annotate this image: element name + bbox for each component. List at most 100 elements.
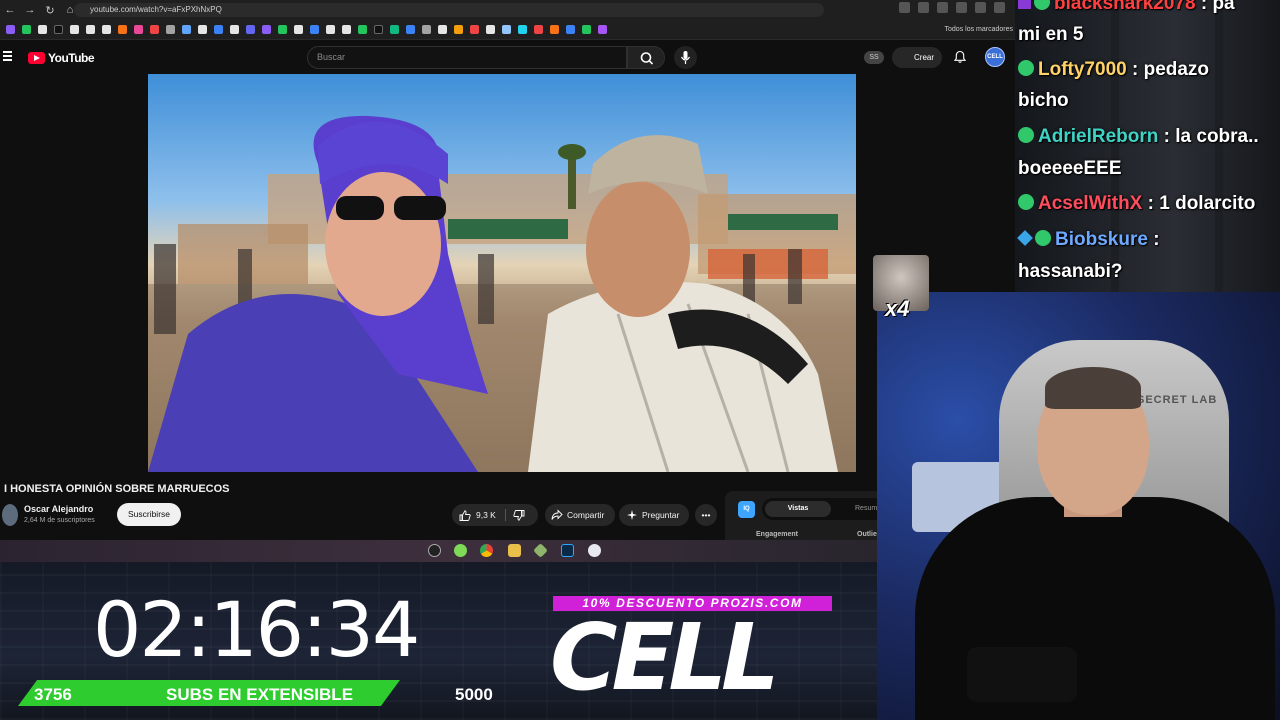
youtube-logo[interactable]: YouTube <box>28 51 95 65</box>
chair-brand: SECRET LAB <box>1137 394 1218 406</box>
ask-button[interactable]: Preguntar <box>619 504 689 526</box>
chat-username: Lofty7000 <box>1038 59 1127 80</box>
thumbs-up-icon <box>459 510 471 521</box>
bookmark-icon[interactable] <box>374 25 383 34</box>
video-player[interactable] <box>148 74 856 472</box>
share-button[interactable]: Compartir <box>545 504 615 526</box>
bookmark-icon[interactable] <box>6 25 15 34</box>
bookmark-icon[interactable] <box>118 25 127 34</box>
bookmark-icon[interactable] <box>358 25 367 34</box>
bookmark-icon[interactable] <box>150 25 159 34</box>
youtube-header: YouTube Buscar <box>0 42 1015 74</box>
obs-icon[interactable] <box>428 544 441 557</box>
bookmark-icon[interactable] <box>342 25 351 34</box>
reload-icon[interactable]: ↻ <box>40 0 60 20</box>
tab-vistas[interactable]: Vistas <box>765 501 831 517</box>
search-input[interactable]: Buscar <box>307 46 627 69</box>
video-info: I HONESTA OPINIÓN SOBRE MARRUECOS Oscar … <box>0 474 877 540</box>
subs-goal: 5000 <box>455 685 493 704</box>
chat-badge-icon <box>1018 194 1034 210</box>
forward-icon[interactable]: → <box>20 0 40 20</box>
bookmark-icon[interactable] <box>230 25 239 34</box>
bookmark-icon[interactable] <box>534 25 543 34</box>
chat-message: bicho <box>1018 85 1069 116</box>
bookmark-icon[interactable] <box>86 25 95 34</box>
zoom-icon[interactable] <box>899 2 910 13</box>
chat-username: blackshark2078 <box>1054 0 1196 14</box>
extensions-puzzle-icon[interactable] <box>956 2 967 13</box>
bookmark-icon[interactable] <box>22 25 31 34</box>
search-button[interactable] <box>627 46 665 69</box>
hamburger-menu-icon[interactable] <box>3 51 12 61</box>
sparkle-icon <box>627 510 637 520</box>
account-avatar[interactable]: CELL <box>985 47 1005 67</box>
bookmark-icon[interactable] <box>422 25 431 34</box>
subscribe-button[interactable]: Suscribirse <box>117 503 181 526</box>
notifications-bell-icon[interactable] <box>953 50 967 64</box>
bookmark-icon[interactable] <box>278 25 287 34</box>
bookmark-icon[interactable] <box>598 25 607 34</box>
chat-message: mi en 5 <box>1018 19 1083 50</box>
bookmark-icon[interactable] <box>390 25 399 34</box>
bookmark-icon[interactable] <box>214 25 223 34</box>
bookmark-star-icon[interactable] <box>918 2 929 13</box>
all-bookmarks-link[interactable]: Todos los marcadores <box>945 20 1015 40</box>
ss-badge[interactable]: SS <box>864 51 884 64</box>
app-icon[interactable] <box>588 544 601 557</box>
file-explorer-icon[interactable] <box>508 544 521 557</box>
bookmark-icon[interactable] <box>294 25 303 34</box>
bookmark-icon[interactable] <box>102 25 111 34</box>
more-actions-button[interactable]: ••• <box>695 504 717 526</box>
app-icon[interactable] <box>533 543 548 558</box>
bookmark-icon[interactable] <box>406 25 415 34</box>
photoshop-icon[interactable] <box>561 544 574 557</box>
bookmark-icon[interactable] <box>518 25 527 34</box>
chat-badge-icon <box>1035 230 1051 246</box>
bookmark-icon[interactable] <box>454 25 463 34</box>
chat-text: boeeeeEEE <box>1018 158 1122 179</box>
bookmark-icon[interactable] <box>182 25 191 34</box>
chat-message: hassanabi? <box>1018 256 1123 287</box>
bookmark-icon[interactable] <box>70 25 79 34</box>
create-button[interactable]: Crear <box>892 47 942 68</box>
bookmark-icon[interactable] <box>502 25 511 34</box>
cell-logo: CELL <box>550 604 780 711</box>
channel-name[interactable]: Oscar Alejandro <box>24 504 93 514</box>
thumbs-down-icon[interactable] <box>513 510 525 521</box>
bookmark-icon[interactable] <box>582 25 591 34</box>
bookmark-icon[interactable] <box>438 25 447 34</box>
bookmarks-bar: Todos los marcadores <box>0 20 1015 40</box>
bookmark-icon[interactable] <box>566 25 575 34</box>
bookmark-icon[interactable] <box>470 25 479 34</box>
chat-message: blackshark2078 : pa <box>1018 0 1235 19</box>
whatsapp-icon[interactable] <box>454 544 467 557</box>
url-field[interactable]: youtube.com/watch?v=aFxPXhNxPQ <box>74 3 824 17</box>
address-bar-row: ← → ↻ ⌂ youtube.com/watch?v=aFxPXhNxPQ <box>0 0 1015 20</box>
tab-resumen[interactable]: Resum <box>855 501 877 517</box>
downloads-icon[interactable] <box>975 2 986 13</box>
bookmark-icon[interactable] <box>134 25 143 34</box>
bookmark-icon[interactable] <box>38 25 47 34</box>
bookmark-icon[interactable] <box>54 25 63 34</box>
bookmark-icon[interactable] <box>246 25 255 34</box>
share-label: Compartir <box>567 510 605 520</box>
bookmark-icon[interactable] <box>262 25 271 34</box>
iq-logo-icon[interactable]: IQ <box>738 501 755 518</box>
video-frame-image <box>148 115 856 472</box>
voice-search-button[interactable] <box>674 46 697 69</box>
bookmark-icon[interactable] <box>486 25 495 34</box>
sub-badge-icon <box>1018 0 1031 9</box>
profile-icon[interactable] <box>994 2 1005 13</box>
channel-avatar[interactable] <box>2 504 18 526</box>
chrome-icon[interactable] <box>480 544 493 557</box>
chat-text: : la cobra.. <box>1163 126 1259 147</box>
extension-icon[interactable] <box>937 2 948 13</box>
bookmark-icon[interactable] <box>198 25 207 34</box>
bookmark-icon[interactable] <box>326 25 335 34</box>
back-icon[interactable]: ← <box>0 0 20 20</box>
bookmark-icon[interactable] <box>166 25 175 34</box>
bookmark-icon[interactable] <box>550 25 559 34</box>
search-icon <box>640 52 654 65</box>
microphone-arm <box>967 647 1077 702</box>
bookmark-icon[interactable] <box>310 25 319 34</box>
